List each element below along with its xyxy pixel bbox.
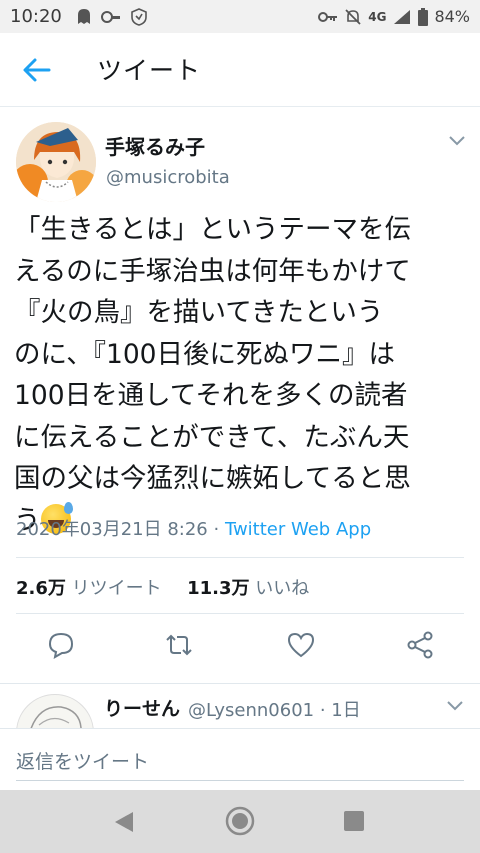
heart-icon[interactable] — [286, 630, 316, 660]
system-nav-bar — [0, 790, 480, 853]
mute-bell-icon — [345, 8, 361, 25]
reply-display-name[interactable]: りーせん — [104, 694, 180, 721]
reply-avatar-sketch — [30, 706, 82, 728]
avatar[interactable] — [16, 122, 96, 202]
back-triangle-icon[interactable] — [113, 810, 135, 834]
signal-icon — [394, 9, 411, 24]
status-bar: 10:20 4G 84% — [0, 0, 480, 33]
retweet-icon[interactable] — [164, 630, 194, 660]
tweet-text: 「生きるとは」というテーマを伝 えるのに手塚治虫は何年もかけて 『火の鳥』を描いてき… — [14, 209, 474, 541]
reply-input[interactable]: 返信をツイート — [16, 747, 149, 774]
battery-icon — [418, 7, 429, 26]
reply-handle-time: @Lysenn0601 · 1日 — [188, 700, 361, 721]
tweet-line: 100日を通してそれを多くの読者 — [14, 380, 408, 411]
retweets-count[interactable]: 2.6万 — [16, 578, 66, 599]
reply-avatar[interactable] — [16, 694, 94, 728]
tweet-stats: 2.6万 リツイート 11.3万 いいね — [16, 574, 309, 600]
back-arrow-icon[interactable] — [22, 57, 52, 83]
vpn-key-icon — [100, 10, 120, 23]
tweet-timestamp: 2020年03月21日 8:26 — [16, 519, 208, 540]
tweet-meta: 2020年03月21日 8:26 · Twitter Web App — [16, 515, 371, 541]
user-handle[interactable]: @musicrobita — [106, 167, 230, 188]
chevron-down-icon[interactable] — [448, 135, 466, 147]
ghost-notification-icon — [77, 8, 90, 24]
page-title: ツイート — [97, 56, 202, 85]
retweets-label[interactable]: リツイート — [72, 578, 162, 599]
likes-count[interactable]: 11.3万 — [187, 578, 249, 599]
battery-level: 84% — [434, 7, 470, 26]
divider — [16, 613, 464, 614]
chevron-down-icon[interactable] — [446, 700, 464, 712]
tweet-line: 『火の鳥』を描いてきたという — [14, 297, 384, 328]
input-underline — [16, 780, 464, 781]
tweet-line: えるのに手塚治虫は何年もかけて — [14, 255, 411, 287]
network-type: 4G — [368, 9, 387, 24]
share-icon[interactable] — [405, 630, 435, 660]
reply-icon[interactable] — [46, 630, 76, 660]
shield-check-icon — [131, 7, 147, 26]
likes-label[interactable]: いいね — [255, 578, 309, 599]
tweet-actions — [0, 630, 480, 666]
reply-compose-bar: 返信をツイート — [0, 728, 480, 790]
tweet-line: のに、『100日後に死ぬワニ』は — [14, 338, 396, 370]
tweet-author: 手塚るみ子 @musicrobita — [0, 107, 480, 207]
tweet-line: に伝えることができて、たぶん天 — [14, 421, 410, 453]
recents-square-icon[interactable] — [344, 811, 364, 831]
tweet-line: 「生きるとは」というテーマを伝 — [14, 214, 411, 245]
key-icon — [318, 11, 338, 22]
display-name[interactable]: 手塚るみ子 — [105, 131, 205, 160]
meta-separator: · — [207, 519, 225, 540]
reply-preview[interactable]: りーせん @Lysenn0601 · 1日 — [0, 684, 480, 728]
app-header: ツイート — [0, 33, 480, 107]
source-app-link[interactable]: Twitter Web App — [225, 519, 371, 540]
tweet-line: 国の父は今猛烈に嫉妬してると思 — [14, 463, 411, 494]
avatar-illustration — [16, 122, 96, 202]
divider — [16, 557, 464, 558]
status-time: 10:20 — [10, 6, 62, 27]
home-circle-icon[interactable] — [224, 805, 256, 837]
